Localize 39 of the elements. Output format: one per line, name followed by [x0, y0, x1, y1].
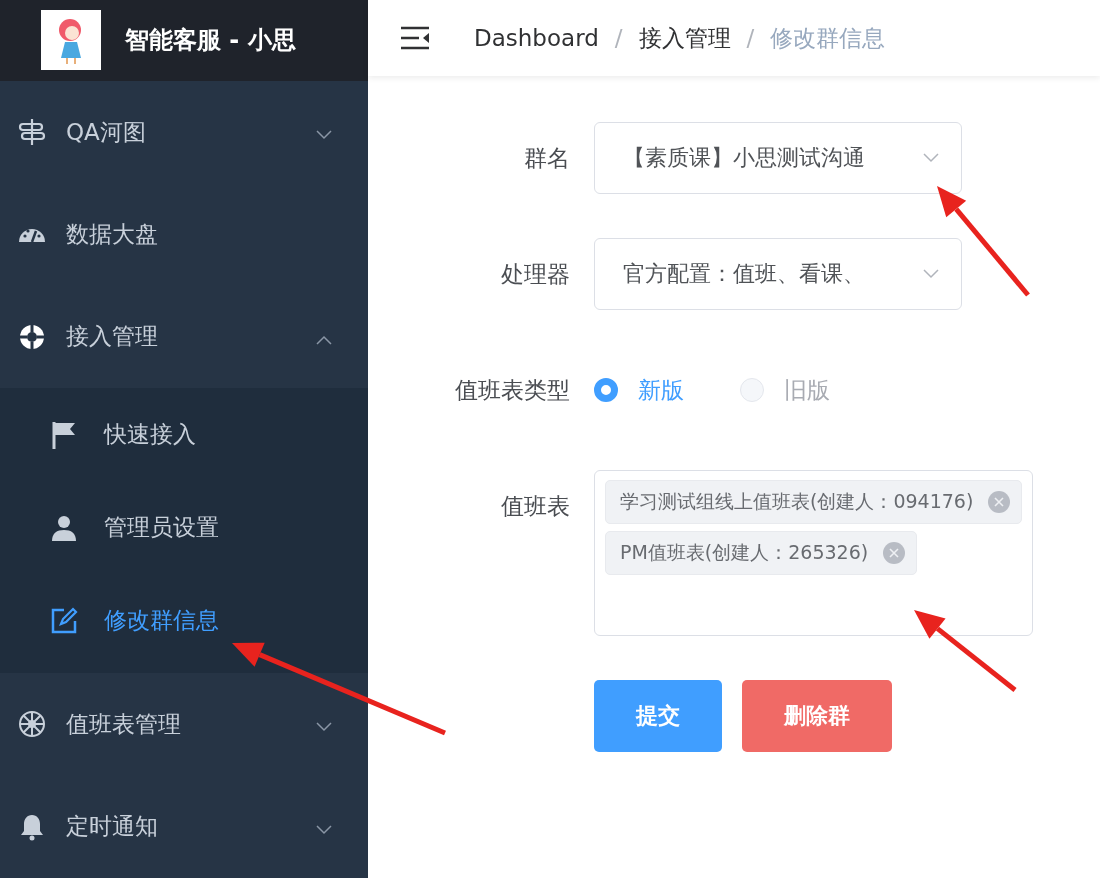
wheel-icon — [17, 709, 47, 740]
menu-item[interactable]: 值班表管理 — [0, 673, 368, 776]
field-label: 处理器 — [500, 260, 571, 289]
menu-item[interactable]: 接入管理 — [0, 285, 368, 389]
signpost-icon — [17, 117, 47, 148]
field-label: 值班表 — [500, 492, 571, 521]
tag: PM值班表(创建人：265326) — [605, 531, 918, 575]
breadcrumb-item[interactable]: Dashboard — [474, 25, 599, 51]
edit-icon — [50, 606, 78, 635]
chevron-down-icon — [316, 722, 332, 733]
flag-icon — [50, 419, 78, 450]
multi-select-field[interactable]: 学习测试组线上值班表(创建人：094176) PM值班表(创建人：265326) — [594, 470, 1034, 636]
breadcrumb-item: 修改群信息 — [770, 23, 886, 53]
menu-item[interactable]: QA河图 — [0, 80, 368, 184]
menu-fold-icon[interactable] — [400, 26, 430, 50]
tag: 学习测试组线上值班表(创建人：094176) — [605, 480, 1023, 524]
breadcrumb-separator: / — [746, 25, 755, 51]
menu-item[interactable]: 数据大盘 — [0, 183, 368, 286]
submenu-item[interactable]: 修改群信息 — [0, 574, 368, 668]
close-icon[interactable] — [987, 490, 1012, 514]
submenu-item[interactable]: 快速接入 — [0, 388, 368, 482]
app-title: 智能客服 - 小思 — [125, 25, 296, 57]
chevron-down-icon — [923, 269, 939, 279]
user-icon — [50, 513, 78, 542]
chevron-up-icon — [316, 334, 332, 345]
menu-item[interactable]: 定时通知 — [0, 775, 368, 878]
submenu-item[interactable]: 管理员设置 — [0, 481, 368, 575]
breadcrumb-separator: / — [614, 25, 623, 51]
chevron-down-icon — [923, 153, 939, 163]
radio-button[interactable] — [594, 378, 618, 402]
select-field[interactable]: 官方配置：值班、看课、 — [594, 238, 962, 310]
chevron-down-icon — [316, 824, 332, 835]
logo — [41, 10, 101, 71]
select-field[interactable]: 【素质课】小思测试沟通 — [594, 122, 962, 194]
field-label: 群名 — [523, 144, 571, 173]
chevron-down-icon — [316, 130, 332, 141]
close-icon[interactable] — [882, 541, 907, 565]
breadcrumb-item[interactable]: 接入管理 — [638, 22, 731, 54]
field-label: 值班表类型 — [454, 376, 571, 405]
